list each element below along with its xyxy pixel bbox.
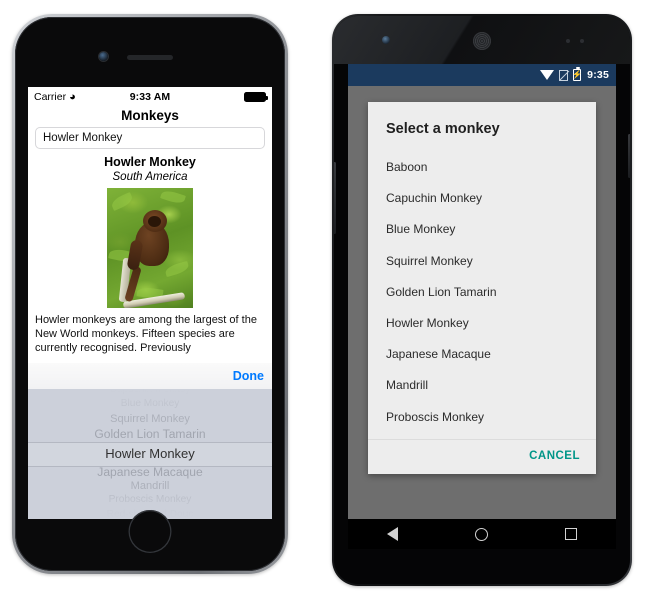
search-field-wrapper: [28, 127, 272, 149]
android-body: ⚡ 9:35 Select a monkey Baboon Capuchin Mo…: [334, 16, 630, 584]
battery-charging-icon: ⚡: [572, 67, 583, 81]
wifi-icon: [540, 70, 555, 80]
dialog-actions: CANCEL: [368, 440, 596, 474]
battery-full-icon: [244, 92, 268, 102]
iphone-device-frame: Carrier ◕ 9:33 AM Monkeys Howler Monkey …: [12, 14, 288, 574]
picker-toolbar: Done: [28, 362, 272, 389]
dialog-option[interactable]: Baboon: [368, 152, 596, 183]
monkey-name: Howler Monkey: [104, 155, 196, 169]
dialog-option[interactable]: Japanese Macaque: [368, 339, 596, 370]
home-button[interactable]: [128, 510, 172, 553]
volume-button[interactable]: [334, 162, 336, 234]
picker-row[interactable]: Japanese Macaque: [28, 465, 272, 479]
light-sensor-icon: [580, 39, 584, 43]
monkey-search-input[interactable]: [35, 127, 265, 149]
front-camera-icon: [382, 36, 390, 44]
picker-row-selected[interactable]: Howler Monkey: [28, 446, 272, 461]
picker-row[interactable]: Capuchin Monkey: [28, 389, 272, 395]
page-title: Monkeys: [121, 108, 179, 123]
ios-clock: 9:33 AM: [129, 91, 171, 103]
android-screen: ⚡ 9:35 Select a monkey Baboon Capuchin Mo…: [348, 64, 616, 519]
leaf-shape: [164, 260, 190, 278]
proximity-sensor-icon: [566, 39, 570, 43]
dialog-option[interactable]: Mandrill: [368, 370, 596, 401]
earpiece-speaker: [127, 55, 173, 60]
monkey-face: [148, 216, 161, 227]
android-navigation-bar: [348, 519, 616, 549]
dialog-option[interactable]: Golden Lion Tamarin: [368, 277, 596, 308]
monkey-arm: [126, 239, 144, 271]
cancel-button[interactable]: CANCEL: [529, 450, 580, 462]
leaf-shape: [109, 192, 135, 211]
android-device-frame: ⚡ 9:35 Select a monkey Baboon Capuchin Mo…: [332, 14, 632, 586]
android-clock: 9:35: [587, 69, 609, 81]
android-status-bar: ⚡ 9:35: [348, 64, 616, 86]
picker-row[interactable]: Proboscis Monkey: [28, 494, 272, 505]
dialog-option-list[interactable]: Baboon Capuchin Monkey Blue Monkey Squirrel…: [368, 152, 596, 435]
back-icon[interactable]: [386, 527, 398, 541]
ios-status-bar: Carrier ◕ 9:33 AM: [28, 87, 272, 107]
dialog-option[interactable]: Squirrel Monkey: [368, 246, 596, 277]
monkey-detail: Howler Monkey South America: [28, 149, 272, 308]
dialog-title: Select a monkey: [386, 121, 500, 137]
power-button[interactable]: [628, 134, 630, 178]
dialog-option[interactable]: Blue Monkey: [368, 214, 596, 245]
picker-rows[interactable]: Capuchin Monkey Blue Monkey Squirrel Monke…: [28, 389, 272, 519]
monkey-picker-wheel[interactable]: Capuchin Monkey Blue Monkey Squirrel Monke…: [28, 389, 272, 519]
monkey-region: South America: [112, 171, 188, 183]
monkey-description: Howler monkeys are among the largest of …: [35, 314, 257, 354]
picker-row[interactable]: Golden Lion Tamarin: [28, 427, 272, 441]
android-bezel-top: [334, 16, 630, 64]
no-sim-icon: [559, 69, 569, 81]
iphone-screen: Carrier ◕ 9:33 AM Monkeys Howler Monkey …: [28, 87, 272, 519]
dialog-option[interactable]: Capuchin Monkey: [368, 183, 596, 214]
dialog-option[interactable]: Howler Monkey: [368, 308, 596, 339]
home-icon[interactable]: [474, 527, 488, 541]
leaf-shape: [160, 188, 186, 206]
select-monkey-dialog: Select a monkey Baboon Capuchin Monkey Blu…: [368, 102, 596, 474]
comparison-screenshot: Carrier ◕ 9:33 AM Monkeys Howler Monkey …: [0, 0, 648, 600]
picker-row[interactable]: Blue Monkey: [28, 398, 272, 409]
picker-row[interactable]: Mandrill: [28, 480, 272, 492]
dialog-option[interactable]: Proboscis Monkey: [368, 402, 596, 433]
picker-row[interactable]: Squirrel Monkey: [28, 413, 272, 425]
bolt-glyph: ⚡: [572, 70, 583, 79]
howler-monkey-photo: [107, 188, 193, 308]
iphone-body: Carrier ◕ 9:33 AM Monkeys Howler Monkey …: [15, 17, 285, 571]
done-button[interactable]: Done: [233, 369, 264, 383]
recents-icon[interactable]: [565, 528, 578, 540]
earpiece-speaker: [473, 32, 491, 50]
front-camera-icon: [99, 52, 108, 61]
